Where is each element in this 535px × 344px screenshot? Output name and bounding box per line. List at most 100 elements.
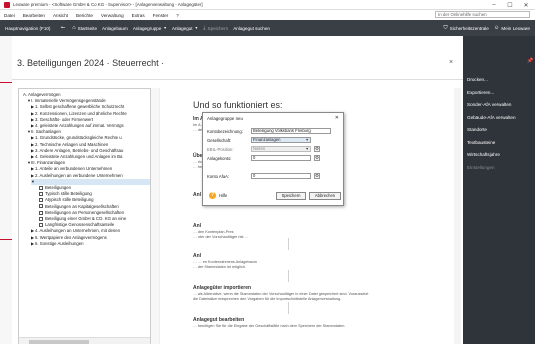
kontobezeichnung-field[interactable]: Beteiligung Volksbank Freiburg [251,128,331,134]
tree-item[interactable]: ▶2. Ausleihungen an verbundene Unternehm… [31,173,150,179]
tree-item[interactable]: ▶3. Geschäfts- oder Firmenwert [31,117,150,123]
speichern-toolbar-button[interactable]: ⤓ Speichern [203,25,228,32]
anlagegut-suchen-button[interactable]: Anlagegut suchen [233,26,270,31]
side-menu-item[interactable]: Sonder-AfA verwalten [467,102,511,107]
tree-item[interactable]: ▶5. Wertpapiere des Anlagevermögens [31,235,150,241]
connector-line [288,270,289,282]
anlagegut-dropdown[interactable]: Anlagegut ▼ [172,26,198,31]
menu-ansicht[interactable]: Ansicht [53,13,68,18]
user-icon: ☺ [493,25,500,31]
sicherheitszentrale-button[interactable]: ⛉ Sicherheitszentrale [444,25,489,32]
panel-splitter[interactable] [151,88,159,344]
tree-item[interactable]: ▼III. Finanzanlagen [27,160,150,166]
startseite-button[interactable]: ⌂ Startseite [72,25,97,31]
gear-icon: ⚙ [315,173,319,178]
menu-berichte[interactable]: Berichte [76,13,93,18]
menu-bearbeiten[interactable]: Bearbeiten [23,13,45,18]
gear-icon: ⚙ [315,155,319,160]
help-section-title: Anl [193,253,202,259]
anlagegut-label: Anlagegut [171,25,193,31]
tree-item-label: Typisch stille Beteiligung [45,191,92,197]
anlagebaum-button[interactable]: Anlagebaum [102,26,128,31]
expand-down-icon[interactable]: ▼ [31,179,35,185]
startseite-label: Startseite [77,25,98,31]
tree-item[interactable]: ▶1. Anteile an verbundenen Unternehmen [31,166,150,172]
mein-lexware-button[interactable]: ☺ Mein Lexware [494,25,530,31]
tree-item[interactable]: Beteiligungen [39,185,150,191]
document-icon [39,198,43,203]
ebil-label: EBIL-Position: [207,147,234,152]
side-menu-item[interactable]: Textbausteine [467,140,495,145]
menu-help[interactable]: ? [176,13,179,18]
tree-item-label: Beteiligungen [45,185,72,190]
document-icon [39,223,43,228]
tree-item-label: Beteiligung einer GmbH & CO. KG an eine [45,216,127,221]
gesellschaft-label: Gesellschaft: [207,138,232,143]
side-menu-item[interactable]: Drucken... [467,77,488,82]
menu-verwaltung[interactable]: Verwaltung [101,13,124,18]
hauptnavigation-button[interactable]: Hauptnavigation (F10) [5,26,50,31]
gear-icon: ⚙ [315,146,319,151]
tree-item[interactable]: ▶3. Andere Anlagen, Betriebs- und Geschä… [31,148,150,154]
tree-item[interactable]: ▼II. Sachanlagen [27,129,150,135]
tree-item[interactable]: Typisch stille Beteiligung [39,191,150,197]
tree-item[interactable]: ▶1. Selbst geschaffene gewerbliche Schut… [31,104,150,110]
pin-icon[interactable]: 📌 [527,58,533,64]
tree-item-label: I. Immaterielle Vermögensgegenstände [31,98,106,104]
tree-item[interactable]: A. Anlagevermögen [23,92,150,98]
side-menu-item[interactable]: Wirtschaftsjahre [467,152,500,157]
maximize-button[interactable]: ☐ [503,0,517,10]
side-menu-item[interactable]: Exportieren... [467,90,494,95]
ebil-settings-button[interactable]: ⚙ [314,146,320,152]
close-tab-icon[interactable]: × [449,59,453,66]
menu-fenster[interactable]: Fenster [153,13,169,18]
tree-item[interactable]: ▼I. Immaterielle Vermögensgegenstände [27,98,150,104]
kontoafa-field[interactable]: 0 [251,173,311,179]
sicherheitszentrale-label: Sicherheitszentrale [449,25,489,31]
vertical-scrollbar[interactable] [454,88,461,344]
side-menu-item: Einstellungen [467,164,495,170]
chevron-down-icon: ▼ [305,138,309,142]
back-button[interactable]: 🠔 [60,24,67,33]
menu-datei[interactable]: Datei [4,13,15,18]
tree-item[interactable]: Beteiligungen an Kapitalgesellschaften [39,204,150,210]
menu-extras[interactable]: Extras [132,13,145,18]
tree-item-label: 2. Technische Anlagen und Maschinen [35,141,109,147]
abbrechen-button[interactable]: Abbrechen [309,192,341,200]
tree-item[interactable]: ▶4. Ausleihungen an Unternehmen, mit den… [31,228,150,234]
hilfe-button[interactable]: ? Hilfe [209,192,227,199]
help-text: … der Stammdaten ist möglich. [193,265,246,269]
tree-item[interactable]: ▶2. Konzessionen, Lizenzen und ähnliche … [31,111,150,117]
gesellschaft-select[interactable]: Finanzanlagen ▼ [251,137,311,143]
side-menu-item[interactable]: Standorte [467,127,487,132]
dialog-close-icon[interactable]: ✕ [335,115,339,121]
tree-item[interactable]: Langfristige Genossenschaftsanteile [39,222,150,228]
scrollbar-thumb[interactable] [29,340,89,344]
save-icon: ⤓ [203,24,206,31]
minimize-button[interactable]: – [487,0,501,10]
close-window-button[interactable]: ✕ [519,0,533,10]
help-section-title: Anlagegut bearbeiten [193,317,245,323]
speichern-button[interactable]: Speichern [276,192,306,200]
tree-item[interactable]: ▶4. Geleistete Anzahlungen und Anlagen i… [31,154,150,160]
anlagekonto-settings-button[interactable]: ⚙ [314,155,320,161]
tree-item-label: 1. Grundstücke, grundstücksgleiche Recht… [35,135,122,141]
title-bar: Lexware premium - <Software GmbH & Co KG… [0,0,535,10]
side-menu-item[interactable]: Gebäude-AfA verwalten [467,115,516,120]
help-text: … nter der Vorschaufläger rist ... [193,235,248,239]
tree-item[interactable]: Beteiligungen an Personengesellschaften [39,210,150,216]
tree-item[interactable]: ▶4. geleistete Anzahlungen auf immat. Ve… [31,123,150,129]
tree-item[interactable]: ▶1. Grundstücke, grundstücksgleiche Rech… [31,135,150,141]
window-title: Lexware premium - <Software GmbH & Co KG… [13,2,203,7]
tree-item[interactable]: Atypisch stille Beteiligung [39,197,150,203]
tree-item[interactable]: ▶6. Sonstige Ausleihungen [31,241,150,247]
anlagegruppe-dropdown[interactable]: Anlagegruppe ▼ [133,26,167,31]
tree-item[interactable]: Beteiligung einer GmbH & CO. KG an eine [39,216,150,222]
tree-item[interactable]: ▶2. Technische Anlagen und Maschinen [31,142,150,148]
help-search-input[interactable]: In der Onlinehilfe suchen [435,11,530,18]
ebil-select[interactable]: Nieten ▼ [251,146,311,152]
horizontal-scrollbar[interactable] [19,337,150,344]
anlagekonto-field[interactable]: 0 [251,155,311,161]
tree-item[interactable]: ▼ [31,178,150,185]
kontoafa-settings-button[interactable]: ⚙ [314,173,320,179]
